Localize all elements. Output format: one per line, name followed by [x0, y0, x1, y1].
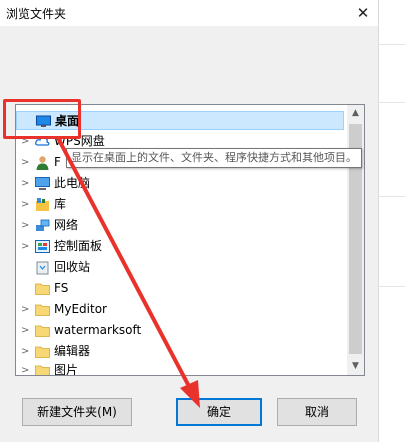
tree-item-label: 此电脑 — [54, 176, 91, 190]
tree-item-library[interactable]: > 库 — [16, 195, 344, 214]
chevron-right-icon[interactable]: > — [21, 300, 31, 319]
folder-icon — [35, 363, 50, 375]
chevron-right-icon[interactable]: > — [21, 216, 31, 235]
folder-icon — [35, 281, 50, 296]
tree-item-label: 图片 — [54, 363, 79, 376]
tree-item-pictures[interactable]: > 图片 — [16, 361, 344, 376]
tree-item-recycle-bin[interactable]: 回收站 — [16, 258, 344, 277]
chevron-right-icon[interactable]: > — [21, 321, 31, 340]
control-panel-icon — [35, 239, 50, 254]
folder-tree[interactable]: 桌面 > WPS网盘 > F > 此电脑 > 库 > 网络 > 控制面板 回收站… — [15, 104, 365, 376]
close-icon[interactable]: ✕ — [348, 0, 378, 26]
scroll-up-icon[interactable]: ▲ — [347, 105, 364, 122]
new-folder-button[interactable]: 新建文件夹(M) — [22, 398, 132, 426]
chevron-right-icon[interactable]: > — [21, 361, 31, 375]
tree-item-label: 控制面板 — [54, 239, 103, 253]
chevron-right-icon[interactable]: > — [21, 195, 31, 214]
tree-item-myeditor[interactable]: > MyEditor — [16, 300, 344, 319]
chevron-right-icon[interactable]: > — [21, 174, 31, 193]
background-divider — [378, 286, 405, 287]
browse-folder-dialog: 浏览文件夹 ✕ 桌面 > WPS网盘 > F > 此电脑 > 库 > 网络 > … — [0, 0, 378, 442]
chevron-right-icon[interactable]: > — [21, 342, 31, 361]
desktop-tooltip: 显示在桌面上的文件、文件夹、程序快捷方式和其他项目。 — [66, 148, 362, 168]
desktop-highlight-box — [3, 99, 81, 139]
folder-icon — [35, 302, 50, 317]
tree-item-label: 回收站 — [54, 260, 91, 274]
tree-item-network[interactable]: > 网络 — [16, 216, 344, 235]
tree-item-label: FS — [54, 281, 69, 295]
tree-item-editor[interactable]: > 编辑器 — [16, 342, 344, 361]
tree-item-label: MyEditor — [54, 302, 107, 316]
scroll-down-icon[interactable]: ▼ — [347, 358, 364, 375]
vertical-scrollbar[interactable]: ▲ ▼ — [347, 105, 364, 375]
user-icon — [35, 155, 50, 170]
tree-item-this-pc[interactable]: > 此电脑 — [16, 174, 344, 193]
tree-item-label: watermarksoft — [54, 323, 142, 337]
tree-item-label: 网络 — [54, 218, 79, 232]
cancel-button[interactable]: 取消 — [277, 398, 357, 426]
background-window — [378, 0, 405, 442]
dialog-title: 浏览文件夹 — [6, 7, 67, 21]
tree-item-fs[interactable]: FS — [16, 279, 344, 298]
tree-item-label: F — [54, 155, 61, 169]
background-divider — [378, 102, 405, 103]
background-divider — [378, 44, 405, 45]
recycle-bin-icon — [35, 260, 50, 275]
tree-item-control-panel[interactable]: > 控制面板 — [16, 237, 344, 256]
tree-item-watermarksoft[interactable]: > watermarksoft — [16, 321, 344, 340]
tree-item-label: 库 — [54, 197, 67, 211]
background-divider — [378, 196, 405, 197]
network-icon — [35, 218, 50, 233]
ok-button[interactable]: 确定 — [176, 398, 262, 426]
folder-icon — [35, 323, 50, 338]
tree-item-label: 编辑器 — [54, 344, 91, 358]
folder-icon — [35, 344, 50, 359]
title-bar: 浏览文件夹 ✕ — [0, 0, 378, 26]
library-icon — [35, 197, 50, 212]
chevron-right-icon[interactable]: > — [21, 237, 31, 256]
chevron-right-icon[interactable]: > — [21, 153, 31, 172]
computer-icon — [35, 176, 50, 191]
